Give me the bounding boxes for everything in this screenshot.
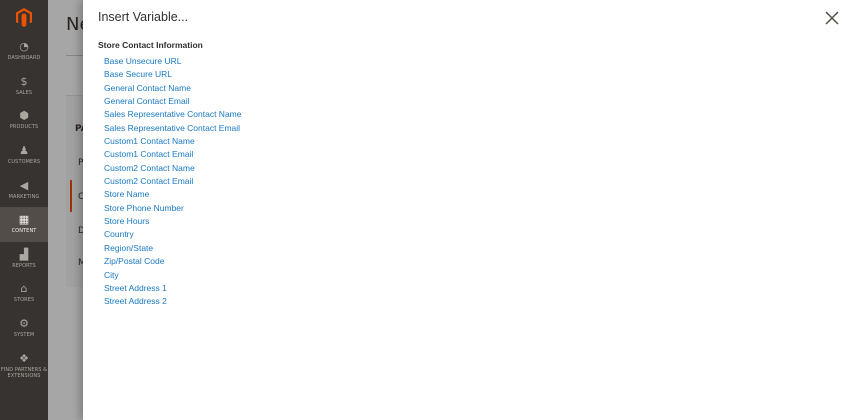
list-item: Store Hours bbox=[104, 212, 242, 226]
variable-list: Base Unsecure URL Base Secure URL General … bbox=[104, 52, 242, 306]
list-item: Street Address 2 bbox=[104, 292, 242, 306]
sidebar-item-find-partners-extensions[interactable]: ❖ FIND PARTNERS & EXTENSIONS bbox=[0, 345, 48, 387]
store-icon: ⌂ bbox=[20, 282, 28, 296]
megaphone-icon: ◀ bbox=[19, 178, 29, 192]
person-icon: ♟ bbox=[19, 144, 29, 158]
sidebar-item-label: REPORTS bbox=[12, 262, 36, 269]
list-item: Custom1 Contact Name bbox=[104, 132, 242, 146]
list-item: General Contact Email bbox=[104, 92, 242, 106]
sidebar-item-marketing[interactable]: ◀ MARKETING bbox=[0, 172, 48, 207]
variable-link[interactable]: Zip/Postal Code bbox=[104, 256, 164, 266]
cube-icon: ⬢ bbox=[19, 109, 29, 123]
variable-link[interactable]: Store Name bbox=[104, 189, 149, 199]
variable-link[interactable]: Custom1 Contact Email bbox=[104, 149, 193, 159]
sidebar-item-customers[interactable]: ♟ CUSTOMERS bbox=[0, 138, 48, 173]
list-item: Sales Representative Contact Name bbox=[104, 105, 242, 119]
sidebar-item-products[interactable]: ⬢ PRODUCTS bbox=[0, 103, 48, 138]
section-title: Store Contact Information bbox=[98, 40, 203, 50]
admin-sidebar: ◔ DASHBOARD $ SALES ⬢ PRODUCTS ♟ CUSTOMERS ◀ MARK… bbox=[0, 0, 48, 420]
sidebar-item-label: MARKETING bbox=[8, 193, 40, 200]
bar-chart-icon: ▟ bbox=[19, 247, 29, 261]
dollar-icon: $ bbox=[20, 74, 28, 88]
list-item: Zip/Postal Code bbox=[104, 252, 242, 266]
variable-link[interactable]: Base Secure URL bbox=[104, 69, 172, 79]
sidebar-item-content[interactable]: ▦ CONTENT bbox=[0, 206, 48, 242]
list-item: Store Phone Number bbox=[104, 199, 242, 213]
sidebar-item-label: SYSTEM bbox=[13, 332, 35, 339]
sidebar-item-label: FIND PARTNERS & EXTENSIONS bbox=[0, 367, 48, 380]
sidebar-item-label: PRODUCTS bbox=[9, 124, 39, 131]
list-item: Country bbox=[104, 225, 242, 239]
variable-link[interactable]: Street Address 2 bbox=[104, 296, 167, 306]
sidebar-item-label: CONTENT bbox=[11, 228, 37, 235]
sidebar-item-system[interactable]: ⚙ SYSTEM bbox=[0, 311, 48, 346]
dashboard-icon: ◔ bbox=[19, 40, 29, 54]
gear-icon: ⚙ bbox=[19, 317, 29, 331]
list-item: Custom1 Contact Email bbox=[104, 145, 242, 159]
list-item: Store Name bbox=[104, 185, 242, 199]
sidebar-item-dashboard[interactable]: ◔ DASHBOARD bbox=[0, 34, 48, 69]
modal-title: Insert Variable... bbox=[98, 10, 189, 24]
blocks-icon: ❖ bbox=[19, 352, 29, 366]
list-item: Sales Representative Contact Email bbox=[104, 119, 242, 133]
sidebar-item-label: SALES bbox=[15, 89, 33, 96]
list-item: Custom2 Contact Email bbox=[104, 172, 242, 186]
list-item: General Contact Name bbox=[104, 79, 242, 93]
variable-link[interactable]: Country bbox=[104, 229, 134, 239]
sidebar-item-sales[interactable]: $ SALES bbox=[0, 69, 48, 104]
list-item: City bbox=[104, 266, 242, 280]
sidebar-item-label: STORES bbox=[13, 297, 35, 304]
list-item: Custom2 Contact Name bbox=[104, 159, 242, 173]
sidebar-item-stores[interactable]: ⌂ STORES bbox=[0, 276, 48, 311]
list-item: Street Address 1 bbox=[104, 279, 242, 293]
sidebar-item-label: DASHBOARD bbox=[7, 55, 41, 62]
close-icon[interactable] bbox=[823, 9, 841, 27]
list-item: Base Unsecure URL bbox=[104, 52, 242, 66]
sidebar-item-label: CUSTOMERS bbox=[7, 159, 41, 166]
sidebar-item-reports[interactable]: ▟ REPORTS bbox=[0, 242, 48, 277]
insert-variable-modal: Insert Variable... Store Contact Informa… bbox=[83, 0, 850, 420]
list-item: Base Secure URL bbox=[104, 65, 242, 79]
variable-link[interactable]: Sales Representative Contact Name bbox=[104, 109, 242, 119]
content-icon: ▦ bbox=[18, 213, 30, 227]
list-item: Region/State bbox=[104, 239, 242, 253]
magento-logo-icon[interactable] bbox=[0, 0, 48, 34]
